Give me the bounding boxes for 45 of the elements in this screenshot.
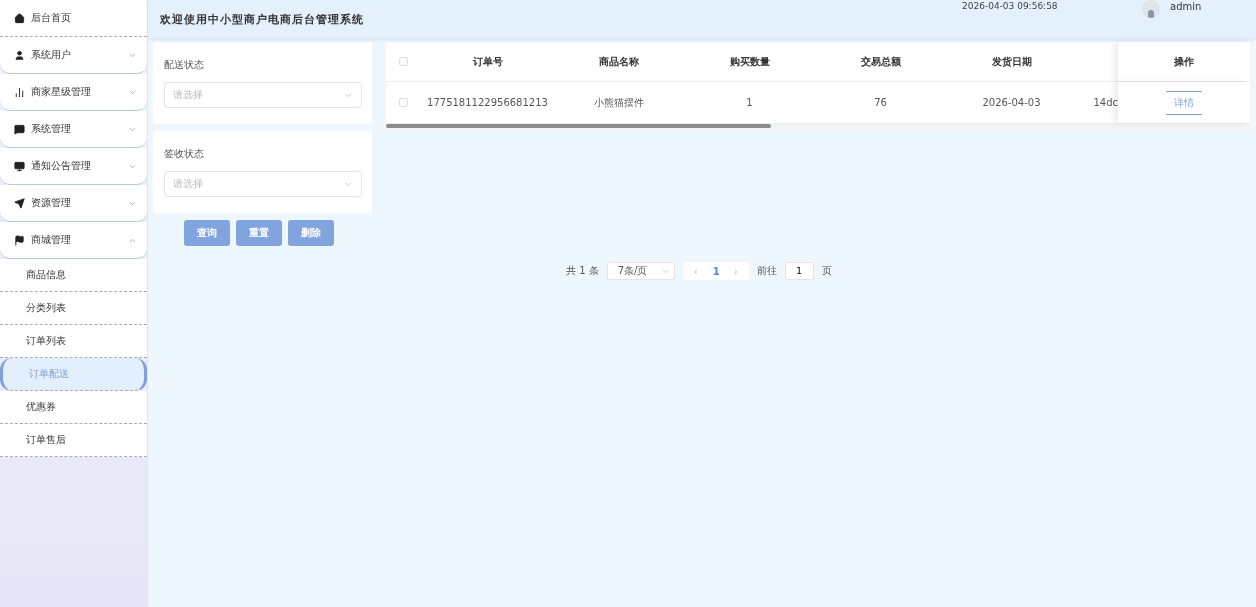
avatar-icon[interactable] (1142, 0, 1160, 18)
home-icon (14, 12, 25, 24)
goto-label: 前往 (756, 264, 777, 278)
user-icon (14, 49, 25, 61)
table-cell-text: 14dc (1092, 97, 1118, 108)
column-header: 订单号 (471, 54, 504, 69)
table-cell-text: 2026-04-03 (981, 97, 1042, 108)
column-header: 商品名称 (597, 54, 640, 69)
page-number[interactable]: 1 (706, 264, 725, 278)
monitor-icon (14, 160, 25, 172)
sidebar-item[interactable]: 系统用户 (0, 37, 147, 74)
submenu-item[interactable]: 优惠券 (0, 391, 147, 424)
page-size-select[interactable]: 7条/页 (606, 262, 675, 280)
sidebar-item[interactable]: 商家星级管理 (0, 74, 147, 111)
column-header: 交易总额 (859, 54, 902, 69)
sidebar-item[interactable]: 系统管理 (0, 111, 147, 148)
flag-icon (14, 234, 25, 246)
fixed-column-header: 操作 (1118, 42, 1249, 81)
total-count: 共 1 条 (566, 264, 599, 278)
column-header: 发货日期 (990, 54, 1033, 69)
page-title: 欢迎使用中小型商户电商后台管理系统 (160, 11, 365, 27)
bar-chart-icon (14, 86, 25, 98)
filter-label: 配送状态 (164, 58, 205, 72)
sidebar-item[interactable]: 通知公告管理 (0, 148, 147, 185)
filter-label: 签收状态 (164, 147, 205, 161)
checkbox[interactable] (399, 98, 408, 107)
column-header: 购买数量 (728, 54, 771, 69)
sidebar-item[interactable]: 资源管理 (0, 185, 147, 222)
submenu-item[interactable]: 商品信息 (0, 259, 147, 292)
datetime-text: 2026-04-03 09:56:58 (962, 1, 1058, 11)
submenu-item[interactable]: 订单列表 (0, 325, 147, 358)
table-cell-text: 1775181122956681213 (426, 97, 549, 108)
username-text: admin (1170, 1, 1202, 12)
sidebar-item[interactable]: 商城管理 (0, 222, 147, 259)
checkbox[interactable] (399, 57, 408, 66)
table-cell-text: 小熊猫摆件 (592, 95, 645, 110)
submenu-item[interactable]: 订单售后 (0, 424, 147, 457)
submenu-item[interactable]: 分类列表 (0, 292, 147, 325)
send-icon (14, 197, 25, 209)
message-icon (14, 123, 25, 135)
page-input[interactable]: 1 (784, 262, 814, 280)
table-cell-text: 1 (745, 97, 754, 108)
table-cell-text: 76 (873, 97, 888, 108)
scrollbar[interactable] (386, 124, 1250, 130)
page-suffix: 页 (821, 264, 832, 278)
